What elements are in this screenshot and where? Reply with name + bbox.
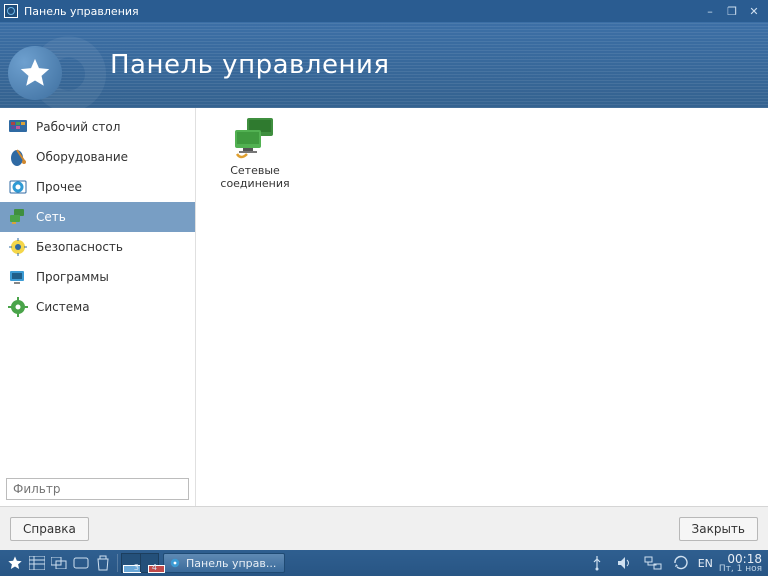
star-badge-icon xyxy=(8,46,62,100)
task-label: Панель управ... xyxy=(186,557,276,570)
show-desktop-button[interactable] xyxy=(70,553,92,573)
network-tray-icon[interactable] xyxy=(642,553,664,573)
sidebar-item-label: Сеть xyxy=(36,210,66,224)
maximize-button[interactable]: ❐ xyxy=(726,5,738,17)
keyboard-layout-indicator[interactable]: EN xyxy=(698,557,713,570)
network-icon xyxy=(8,207,28,227)
sidebar-item-programs[interactable]: Программы xyxy=(0,262,195,292)
gear-icon xyxy=(168,556,182,570)
sidebar-item-label: Оборудование xyxy=(36,150,128,164)
window-title: Панель управления xyxy=(24,5,139,18)
sidebar-item-security[interactable]: Безопасность xyxy=(0,232,195,262)
workspace-switcher[interactable]: 3 4 xyxy=(121,553,159,573)
item-label-line1: Сетевые xyxy=(210,164,300,177)
network-connections-icon xyxy=(231,116,279,160)
window-controls: – ❐ ✕ xyxy=(704,5,764,17)
sidebar-item-desktop[interactable]: Рабочий стол xyxy=(0,112,195,142)
filter-wrap xyxy=(0,474,195,506)
item-label-line2: соединения xyxy=(210,177,300,190)
sidebar-item-label: Программы xyxy=(36,270,109,284)
help-button[interactable]: Справка xyxy=(10,517,89,541)
sidebar-item-system[interactable]: Система xyxy=(0,292,195,322)
filter-input[interactable] xyxy=(6,478,189,500)
header-banner: Панель управления xyxy=(0,22,768,108)
security-icon xyxy=(8,237,28,257)
button-bar: Справка Закрыть xyxy=(0,506,768,550)
sidebar-item-label: Система xyxy=(36,300,90,314)
start-menu-button[interactable] xyxy=(4,553,26,573)
file-manager-button[interactable] xyxy=(26,553,48,573)
volume-tray-icon[interactable] xyxy=(614,553,636,573)
sidebar-item-network[interactable]: Сеть xyxy=(0,202,195,232)
usb-tray-icon[interactable] xyxy=(586,553,608,573)
sidebar: Рабочий стол Оборудование Прочее Сеть xyxy=(0,108,196,506)
workspace-3[interactable]: 3 xyxy=(122,554,140,572)
app-icon xyxy=(4,4,18,18)
sidebar-item-hardware[interactable]: Оборудование xyxy=(0,142,195,172)
window-list-button[interactable] xyxy=(48,553,70,573)
sidebar-item-label: Безопасность xyxy=(36,240,123,254)
updates-tray-icon[interactable] xyxy=(670,553,692,573)
clock-time: 00:18 xyxy=(719,553,762,565)
close-window-button[interactable]: ✕ xyxy=(748,5,760,17)
system-tray: EN 00:18 Пт, 1 ноя xyxy=(586,553,764,574)
taskbar-task-control-panel[interactable]: Панель управ... xyxy=(163,553,285,573)
titlebar: Панель управления – ❐ ✕ xyxy=(0,0,768,22)
other-icon xyxy=(8,177,28,197)
sidebar-item-label: Рабочий стол xyxy=(36,120,120,134)
item-network-connections[interactable]: Сетевые соединения xyxy=(210,116,300,190)
content-area: Рабочий стол Оборудование Прочее Сеть xyxy=(0,108,768,506)
hardware-icon xyxy=(8,147,28,167)
close-button[interactable]: Закрыть xyxy=(679,517,758,541)
clock[interactable]: 00:18 Пт, 1 ноя xyxy=(719,553,764,574)
desktop-icon xyxy=(8,117,28,137)
banner-title: Панель управления xyxy=(110,50,389,80)
programs-icon xyxy=(8,267,28,287)
system-icon xyxy=(8,297,28,317)
minimize-button[interactable]: – xyxy=(704,5,716,17)
workspace-4[interactable]: 4 xyxy=(140,554,158,572)
window-body: Рабочий стол Оборудование Прочее Сеть xyxy=(0,108,768,550)
main-area: Сетевые соединения xyxy=(196,108,768,506)
sidebar-item-other[interactable]: Прочее xyxy=(0,172,195,202)
trash-button[interactable] xyxy=(92,553,114,573)
taskbar: 3 4 Панель управ... EN 00:18 Пт, 1 ноя xyxy=(0,550,768,576)
sidebar-item-label: Прочее xyxy=(36,180,82,194)
clock-date: Пт, 1 ноя xyxy=(719,565,762,574)
